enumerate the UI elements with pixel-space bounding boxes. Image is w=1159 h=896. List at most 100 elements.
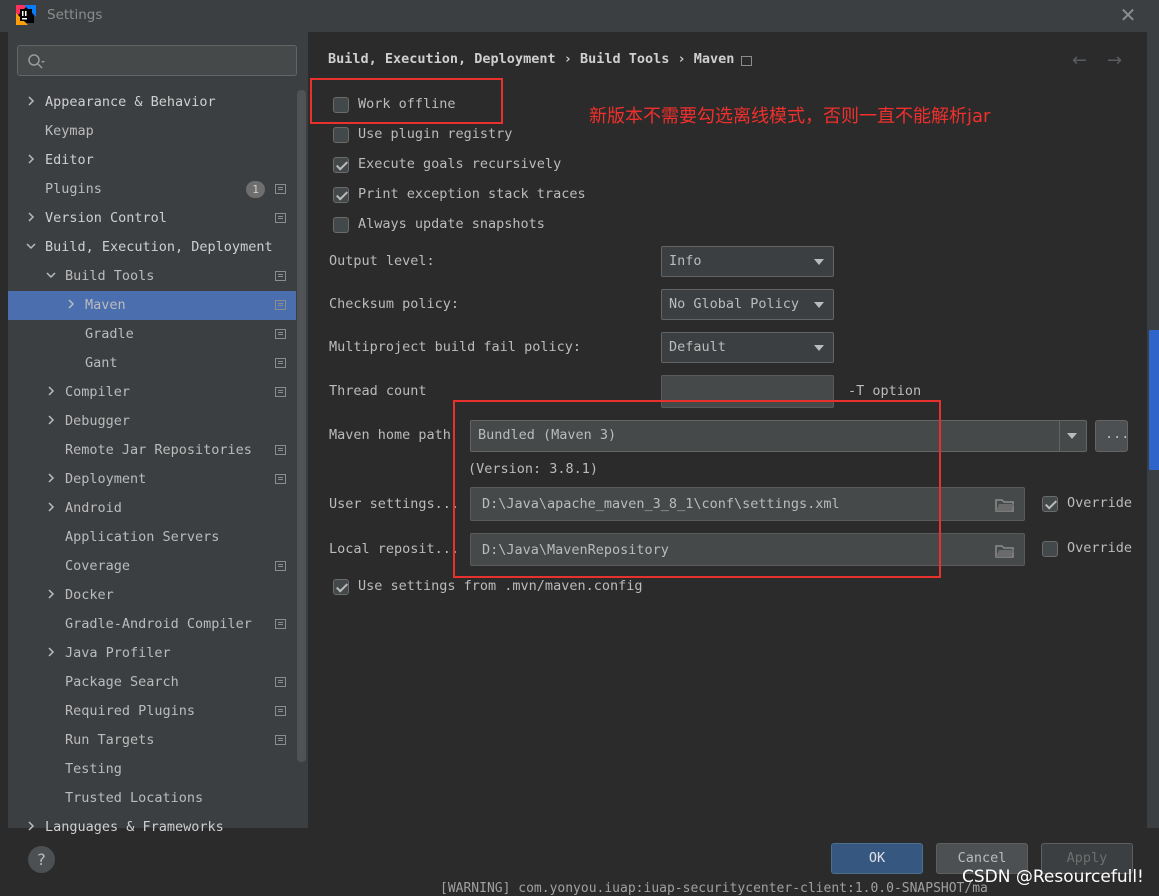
sidebar-item-appearance-behavior[interactable]: Appearance & Behavior [8,88,296,117]
sidebar-item-keymap[interactable]: Keymap [8,117,296,146]
sidebar-item-build-tools[interactable]: Build Tools [8,262,296,291]
watermark: CSDN @Resourcefull! [962,867,1144,887]
user-settings-override-checkbox[interactable] [1042,496,1058,512]
project-settings-icon [275,329,286,339]
chevron-right-icon[interactable] [45,384,57,398]
sidebar-item-run-targets[interactable]: Run Targets [8,726,296,755]
sidebar-item-label: Run Targets [65,732,155,748]
arrow-right-icon[interactable]: → [1107,50,1122,71]
sidebar-item-android[interactable]: Android [8,494,296,523]
print-exception-stack-traces-label: Print exception stack traces [358,186,586,202]
mvn-config-checkbox[interactable] [333,579,349,595]
help-button[interactable]: ? [28,846,55,873]
sidebar-item-gradle[interactable]: Gradle [8,320,296,349]
local-repository-override-checkbox[interactable] [1042,541,1058,557]
sidebar-item-label: Build Tools [65,268,155,284]
chevron-down-icon [814,259,824,265]
use-plugin-registry-checkbox[interactable] [333,127,349,143]
project-settings-icon [275,445,286,455]
sidebar-item-languages-frameworks[interactable]: Languages & Frameworks [8,813,296,842]
sidebar-item-gradle-android-compiler[interactable]: Gradle-Android Compiler [8,610,296,639]
sidebar-item-label: Appearance & Behavior [45,94,216,110]
thread-count-suffix: -T option [848,383,922,399]
sidebar-item-editor[interactable]: Editor [8,146,296,175]
window-title: Settings [47,7,103,23]
sidebar-item-label: Gant [85,355,118,371]
fail-policy-select[interactable]: Default [661,332,834,363]
sidebar-item-debugger[interactable]: Debugger [8,407,296,436]
chevron-down-icon[interactable] [45,268,57,282]
sidebar-item-build-execution-deployment[interactable]: Build, Execution, Deployment [8,233,296,262]
annotation-note: 新版本不需要勾选离线模式，否则一直不能解析jar [589,106,991,127]
checksum-policy-select[interactable]: No Global Policy [661,289,834,320]
sidebar-item-package-search[interactable]: Package Search [8,668,296,697]
project-settings-icon [275,735,286,745]
chevron-down-icon [1067,433,1077,439]
chevron-right-icon[interactable] [65,297,77,311]
sidebar-item-testing[interactable]: Testing [8,755,296,784]
output-level-label: Output level: [329,253,435,269]
chevron-right-icon[interactable] [25,152,37,166]
folder-icon[interactable] [995,544,1014,558]
project-settings-icon [741,56,752,66]
search-input[interactable] [17,45,297,76]
chevron-right-icon[interactable] [45,645,57,659]
fail-policy-label: Multiproject build fail policy: [329,339,581,355]
sidebar-item-label: Gradle-Android Compiler [65,616,252,632]
sidebar-item-label: Deployment [65,471,147,487]
sidebar-item-application-servers[interactable]: Application Servers [8,523,296,552]
project-settings-icon [275,561,286,571]
sidebar-item-gant[interactable]: Gant [8,349,296,378]
chevron-right-icon[interactable] [45,500,57,514]
chevron-right-icon[interactable] [25,819,37,833]
sidebar-item-label: Application Servers [65,529,220,545]
sidebar-item-label: Package Search [65,674,179,690]
local-repository-label: Local reposit... [329,541,460,557]
sidebar-item-maven[interactable]: Maven [8,291,296,320]
sidebar-item-remote-jar-repositories[interactable]: Remote Jar Repositories [8,436,296,465]
chevron-right-icon[interactable] [45,587,57,601]
sidebar-item-label: Plugins [45,181,102,197]
execute-goals-recursively-checkbox[interactable] [333,157,349,173]
project-settings-icon [275,271,286,281]
maven-home-browse-button[interactable]: ... [1095,420,1129,452]
sidebar-item-deployment[interactable]: Deployment [8,465,296,494]
project-settings-icon [275,706,286,716]
sidebar-item-required-plugins[interactable]: Required Plugins [8,697,296,726]
output-level-select[interactable]: Info [661,246,834,277]
sidebar-item-coverage[interactable]: Coverage [8,552,296,581]
project-settings-icon [275,184,286,194]
sidebar-item-label: Testing [65,761,122,777]
user-settings-override-label: Override [1067,495,1133,511]
sidebar-item-label: Docker [65,587,114,603]
sidebar-item-compiler[interactable]: Compiler [8,378,296,407]
sidebar-item-version-control[interactable]: Version Control [8,204,296,233]
chevron-right-icon[interactable] [25,94,37,108]
output-level-value: Info [669,253,702,269]
sidebar-item-trusted-locations[interactable]: Trusted Locations [8,784,296,813]
chevron-down-icon[interactable] [25,239,37,253]
print-exception-stack-traces-checkbox[interactable] [333,187,349,203]
chevron-right-icon[interactable] [45,413,57,427]
chevron-right-icon[interactable] [25,210,37,224]
intellij-logo-icon [16,5,36,25]
sidebar-item-label: Gradle [85,326,134,342]
execute-goals-recursively-label: Execute goals recursively [358,156,562,172]
thread-count-label: Thread count [329,383,427,399]
sidebar-scrollbar[interactable] [297,90,306,762]
sidebar-item-label: Trusted Locations [65,790,204,806]
always-update-snapshots-checkbox[interactable] [333,217,349,233]
chevron-right-icon[interactable] [45,471,57,485]
sidebar-item-java-profiler[interactable]: Java Profiler [8,639,296,668]
ok-button[interactable]: OK [831,843,923,874]
annotation-highlight-box [453,400,941,578]
arrow-left-icon[interactable]: ← [1072,50,1087,71]
folder-icon[interactable] [995,498,1014,512]
search-icon [28,54,45,69]
project-settings-icon [275,358,286,368]
sidebar-item-docker[interactable]: Docker [8,581,296,610]
close-icon[interactable]: ✕ [1118,3,1138,27]
project-settings-icon [275,677,286,687]
local-repository-override-label: Override [1067,540,1133,556]
sidebar-item-label: Remote Jar Repositories [65,442,252,458]
